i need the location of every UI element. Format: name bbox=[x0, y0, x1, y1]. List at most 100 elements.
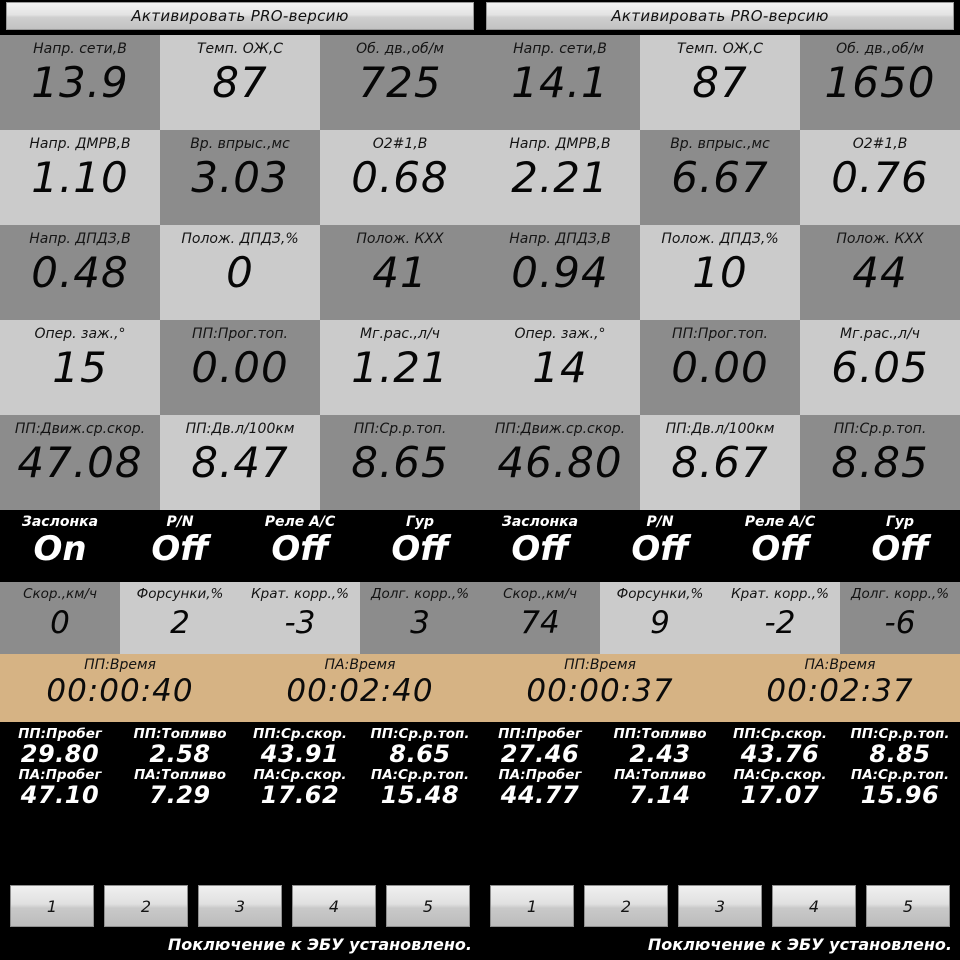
page-button-5[interactable]: 5 bbox=[866, 885, 950, 927]
gauge-cell[interactable]: Полож. КХХ 41 bbox=[320, 225, 480, 320]
gauge-cell[interactable]: Полож. ДПДЗ,% 10 bbox=[640, 225, 800, 320]
gauge-label: ПП:Прог.топ. bbox=[192, 326, 288, 342]
trip-cell[interactable]: ПА:Пробег 44.77 bbox=[480, 767, 600, 808]
switch-cell[interactable]: Гур Off bbox=[840, 510, 960, 582]
trip-row: ПП:Пробег 29.80 ПП:Топливо 2.58 ПП:Ср.скор… bbox=[0, 726, 480, 767]
gauge-cell[interactable]: ПП:Дв.л/100км 8.67 bbox=[640, 415, 800, 510]
panel-right: Активировать PRO-версию Напр. сети,В 14.1… bbox=[480, 0, 960, 960]
timer-cell[interactable]: ПА:Время 00:02:40 bbox=[240, 654, 480, 722]
trip-cell[interactable]: ПП:Топливо 2.43 bbox=[600, 726, 720, 767]
trip-cell[interactable]: ПА:Ср.р.топ. 15.48 bbox=[360, 767, 480, 808]
gauge-cell[interactable]: ПП:Дв.л/100км 8.47 bbox=[160, 415, 320, 510]
gauge-cell[interactable]: ПП:Движ.ср.скор. 47.08 bbox=[0, 415, 160, 510]
switch-value: Off bbox=[751, 529, 809, 569]
page-button-1[interactable]: 1 bbox=[490, 885, 574, 927]
page-button-4[interactable]: 4 bbox=[772, 885, 856, 927]
gauge-value: 3.03 bbox=[191, 153, 289, 202]
gauge-cell[interactable]: ПП:Прог.топ. 0.00 bbox=[640, 320, 800, 415]
trip-value: 47.10 bbox=[20, 781, 100, 810]
page-button-label: 2 bbox=[140, 896, 152, 916]
trip-cell[interactable]: ПП:Ср.скор. 43.91 bbox=[240, 726, 360, 767]
correction-cell[interactable]: Форсунки,% 9 bbox=[600, 582, 720, 654]
page-button-3[interactable]: 3 bbox=[678, 885, 762, 927]
page-button-3[interactable]: 3 bbox=[198, 885, 282, 927]
gauge-value: 47.08 bbox=[17, 438, 143, 487]
gauge-cell[interactable]: Мг.рас.,л/ч 6.05 bbox=[800, 320, 960, 415]
gauge-cell[interactable]: Опер. заж.,° 14 bbox=[480, 320, 640, 415]
timer-value: 00:00:37 bbox=[526, 673, 674, 709]
switch-cell[interactable]: Заслонка On bbox=[0, 510, 120, 582]
gauge-cell[interactable]: Полож. ДПДЗ,% 0 bbox=[160, 225, 320, 320]
switch-value: Off bbox=[871, 529, 929, 569]
gauge-cell[interactable]: O2#1,В 0.68 bbox=[320, 130, 480, 225]
gauge-cell[interactable]: Темп. ОЖ,С 87 bbox=[640, 35, 800, 130]
trip-cell[interactable]: ПП:Ср.скор. 43.76 bbox=[720, 726, 840, 767]
page-button-5[interactable]: 5 bbox=[386, 885, 470, 927]
gauge-cell[interactable]: Напр. сети,В 14.1 bbox=[480, 35, 640, 130]
switch-cell[interactable]: Реле A/C Off bbox=[240, 510, 360, 582]
gauge-cell[interactable]: O2#1,В 0.76 bbox=[800, 130, 960, 225]
switch-strip: Заслонка On P/N Off Реле A/C Off Гур Off bbox=[0, 510, 480, 582]
gauge-cell[interactable]: Полож. КХХ 44 bbox=[800, 225, 960, 320]
timer-cell[interactable]: ПА:Время 00:02:37 bbox=[720, 654, 960, 722]
trip-cell[interactable]: ПА:Топливо 7.14 bbox=[600, 767, 720, 808]
switch-cell[interactable]: P/N Off bbox=[600, 510, 720, 582]
gauge-grid: Напр. сети,В 14.1 Темп. ОЖ,С 87 Об. дв.,об… bbox=[480, 35, 960, 510]
page-button-4[interactable]: 4 bbox=[292, 885, 376, 927]
activate-pro-button[interactable]: Активировать PRO-версию bbox=[6, 2, 474, 30]
gauge-value: 8.47 bbox=[191, 438, 289, 487]
gauge-label: Мг.рас.,л/ч bbox=[840, 326, 920, 342]
trip-cell[interactable]: ПА:Ср.скор. 17.07 bbox=[720, 767, 840, 808]
switch-cell[interactable]: Реле A/C Off bbox=[720, 510, 840, 582]
trip-cell[interactable]: ПА:Ср.р.топ. 15.96 bbox=[840, 767, 960, 808]
gauge-cell[interactable]: ПП:Прог.топ. 0.00 bbox=[160, 320, 320, 415]
correction-cell[interactable]: Крат. корр.,% -3 bbox=[240, 582, 360, 654]
trip-cell[interactable]: ПП:Пробег 27.46 bbox=[480, 726, 600, 767]
gauge-cell[interactable]: Напр. ДПДЗ,В 0.94 bbox=[480, 225, 640, 320]
gauge-cell[interactable]: Об. дв.,об/м 725 bbox=[320, 35, 480, 130]
gauge-cell[interactable]: ПП:Движ.ср.скор. 46.80 bbox=[480, 415, 640, 510]
timer-cell[interactable]: ПП:Время 00:00:37 bbox=[480, 654, 720, 722]
gauge-cell[interactable]: ПП:Ср.р.топ. 8.65 bbox=[320, 415, 480, 510]
gauge-cell[interactable]: Вр. впрыс.,мс 3.03 bbox=[160, 130, 320, 225]
trip-value: 7.14 bbox=[629, 781, 691, 810]
correction-cell[interactable]: Форсунки,% 2 bbox=[120, 582, 240, 654]
correction-cell[interactable]: Долг. корр.,% -6 bbox=[840, 582, 960, 654]
page-button-1[interactable]: 1 bbox=[10, 885, 94, 927]
switch-cell[interactable]: P/N Off bbox=[120, 510, 240, 582]
gauge-cell[interactable]: Темп. ОЖ,С 87 bbox=[160, 35, 320, 130]
correction-cell[interactable]: Скор.,км/ч 0 bbox=[0, 582, 120, 654]
trip-cell[interactable]: ПА:Ср.скор. 17.62 bbox=[240, 767, 360, 808]
trip-cell[interactable]: ПП:Ср.р.топ. 8.85 bbox=[840, 726, 960, 767]
gauge-cell[interactable]: Напр. сети,В 13.9 bbox=[0, 35, 160, 130]
gauge-cell[interactable]: Вр. впрыс.,мс 6.67 bbox=[640, 130, 800, 225]
gauge-cell[interactable]: Напр. ДМРВ,В 2.21 bbox=[480, 130, 640, 225]
correction-cell[interactable]: Скор.,км/ч 74 bbox=[480, 582, 600, 654]
gauge-cell[interactable]: Опер. заж.,° 15 bbox=[0, 320, 160, 415]
trip-cell[interactable]: ПП:Ср.р.топ. 8.65 bbox=[360, 726, 480, 767]
trip-cell[interactable]: ПП:Топливо 2.58 bbox=[120, 726, 240, 767]
trip-cell[interactable]: ПП:Пробег 29.80 bbox=[0, 726, 120, 767]
timer-value: 00:02:37 bbox=[766, 673, 914, 709]
trip-cell[interactable]: ПА:Топливо 7.29 bbox=[120, 767, 240, 808]
gauge-label: Полож. КХХ bbox=[356, 231, 444, 247]
switch-value: Off bbox=[271, 529, 329, 569]
gauge-cell[interactable]: ПП:Ср.р.топ. 8.85 bbox=[800, 415, 960, 510]
page-button-label: 4 bbox=[808, 896, 820, 916]
switch-cell[interactable]: Гур Off bbox=[360, 510, 480, 582]
gauge-cell[interactable]: Об. дв.,об/м 1650 bbox=[800, 35, 960, 130]
activate-pro-button[interactable]: Активировать PRO-версию bbox=[486, 2, 954, 30]
correction-cell[interactable]: Долг. корр.,% 3 bbox=[360, 582, 480, 654]
trip-block: ПП:Пробег 29.80 ПП:Топливо 2.58 ПП:Ср.скор… bbox=[0, 722, 480, 809]
gauge-cell[interactable]: Напр. ДПДЗ,В 0.48 bbox=[0, 225, 160, 320]
page-button-2[interactable]: 2 bbox=[104, 885, 188, 927]
timer-cell[interactable]: ПП:Время 00:00:40 bbox=[0, 654, 240, 722]
gauge-cell[interactable]: Напр. ДМРВ,В 1.10 bbox=[0, 130, 160, 225]
trip-cell[interactable]: ПА:Пробег 47.10 bbox=[0, 767, 120, 808]
gauge-label: Напр. ДПДЗ,В bbox=[29, 231, 131, 247]
page-button-2[interactable]: 2 bbox=[584, 885, 668, 927]
gauge-label: ПП:Движ.ср.скор. bbox=[494, 421, 626, 437]
correction-cell[interactable]: Крат. корр.,% -2 bbox=[720, 582, 840, 654]
switch-cell[interactable]: Заслонка Off bbox=[480, 510, 600, 582]
gauge-cell[interactable]: Мг.рас.,л/ч 1.21 bbox=[320, 320, 480, 415]
